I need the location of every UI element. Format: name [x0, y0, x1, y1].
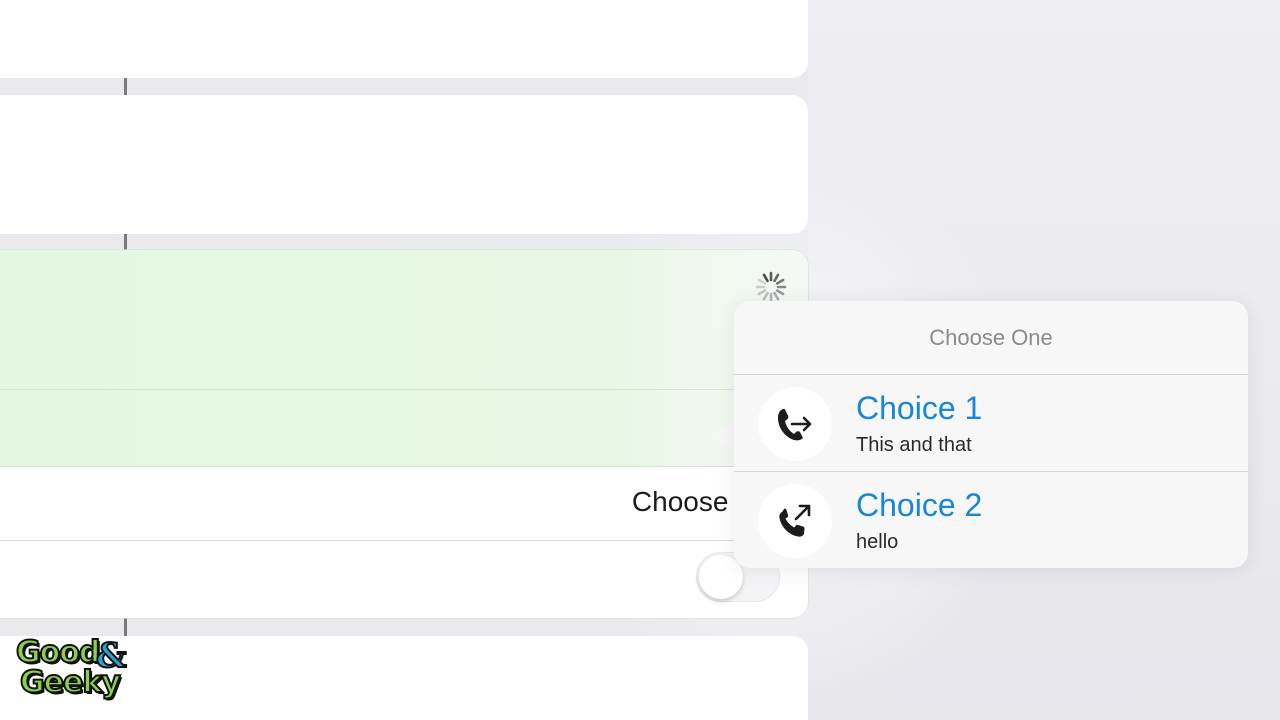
card-header-tint	[0, 250, 808, 466]
popover-arrow	[716, 422, 734, 450]
active-workflow-card[interactable]: Choose O	[0, 250, 808, 618]
option-subtitle: hello	[856, 531, 899, 553]
logo-line-2: Geeky	[19, 665, 122, 700]
logo-line-1: Good	[15, 635, 101, 670]
menu-option-choice-2[interactable]: Choice 2 hello	[734, 472, 1248, 569]
activity-spinner-icon	[755, 271, 787, 303]
connector-line	[124, 234, 127, 250]
option-subtitle: This and that	[856, 434, 972, 456]
option-title: Choice 1	[856, 390, 983, 426]
good-and-geeky-logo: Good & Geeky	[15, 635, 130, 702]
row-divider	[0, 389, 808, 390]
row-divider	[0, 540, 808, 541]
popover-title: Choose One	[929, 324, 1053, 350]
workflow-card[interactable]	[0, 0, 808, 78]
connector-line	[124, 618, 127, 636]
row-divider	[0, 466, 808, 467]
phone-forward-icon	[758, 387, 832, 461]
connector-line	[124, 78, 127, 95]
workflow-card[interactable]	[0, 95, 808, 234]
choose-one-popover: Choose One Choice 1 This and that Choice…	[734, 301, 1248, 568]
phone-outgoing-icon	[758, 484, 832, 558]
option-title: Choice 2	[856, 487, 983, 523]
menu-option-choice-1[interactable]: Choice 1 This and that	[734, 375, 1248, 472]
